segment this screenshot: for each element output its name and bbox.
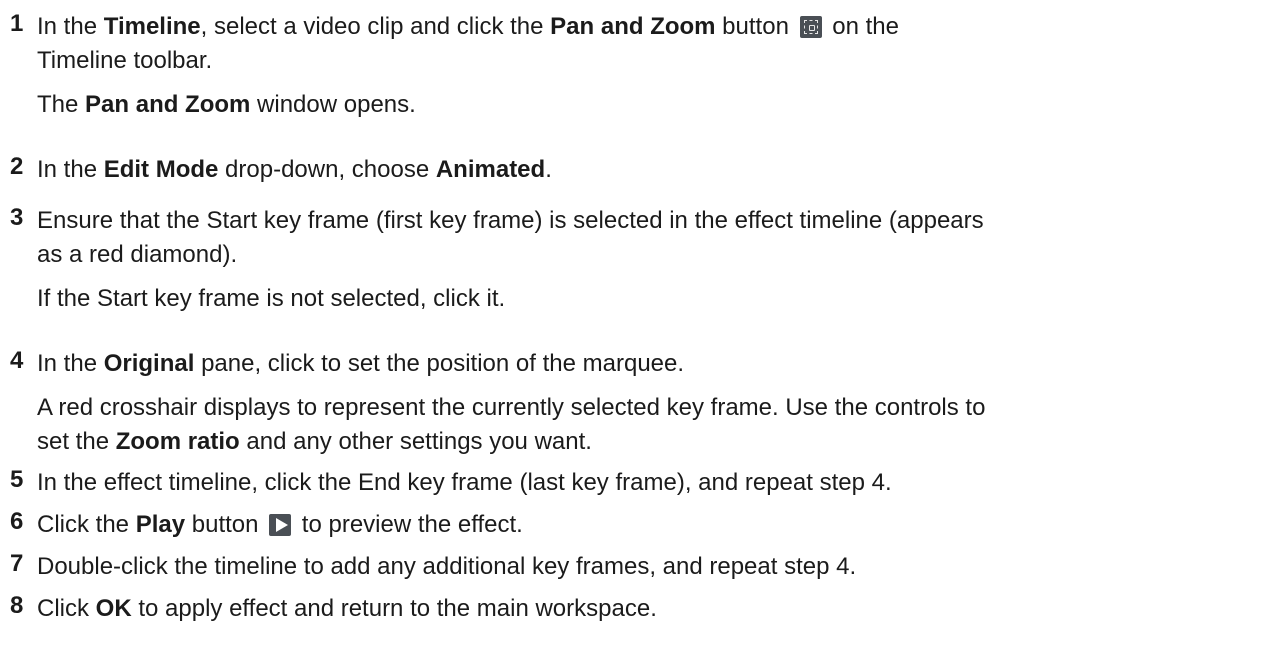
- step-number: 1: [10, 10, 24, 37]
- play-icon: [269, 514, 292, 536]
- text: pane, click to set the position of the m…: [194, 350, 685, 377]
- term-ok: OK: [95, 595, 132, 622]
- step-text: In the effect timeline, click the End ke…: [37, 466, 1250, 500]
- term-edit-mode: Edit Mode: [103, 156, 219, 183]
- text: to preview the effect.: [295, 511, 523, 538]
- text: .: [545, 156, 552, 183]
- text: In the effect timeline, click the End ke…: [37, 469, 892, 496]
- step-note: The Pan and Zoom window opens.: [37, 88, 1250, 122]
- step-note: If the Start key frame is not selected, …: [37, 282, 1250, 316]
- step-text: In the Edit Mode drop-down, choose Anima…: [37, 153, 1250, 187]
- step-text: Double-click the timeline to add any add…: [37, 550, 1250, 584]
- text: button: [185, 511, 266, 538]
- term-animated: Animated: [435, 156, 546, 183]
- text: set the: [37, 428, 116, 455]
- text: The: [37, 91, 86, 118]
- text: In the: [37, 350, 104, 377]
- term-timeline: Timeline: [103, 13, 201, 40]
- text: to apply effect and return to the main w…: [131, 595, 657, 622]
- text: on the: [825, 13, 899, 40]
- step-4: 4 In the Original pane, click to set the…: [10, 347, 1250, 459]
- step-number: 8: [10, 592, 24, 619]
- text: Double-click the timeline to add any add…: [37, 553, 857, 580]
- step-7: 7 Double-click the timeline to add any a…: [10, 550, 1250, 584]
- step-text: Click the Play button to preview the eff…: [37, 508, 1250, 542]
- text: A red crosshair displays to represent th…: [37, 394, 986, 421]
- text: as a red diamond).: [37, 241, 238, 268]
- text: window opens.: [250, 91, 416, 118]
- step-number: 2: [10, 153, 24, 180]
- step-5: 5 In the effect timeline, click the End …: [10, 466, 1250, 500]
- text: and any other settings you want.: [239, 428, 592, 455]
- text: , select a video clip and click the: [200, 13, 551, 40]
- step-number: 5: [10, 466, 24, 493]
- text: Ensure that the Start key frame (first k…: [37, 207, 984, 234]
- text: In the: [37, 13, 104, 40]
- text: Timeline toolbar.: [37, 47, 213, 74]
- step-2: 2 In the Edit Mode drop-down, choose Ani…: [10, 153, 1250, 187]
- step-number: 6: [10, 508, 24, 535]
- step-text: Ensure that the Start key frame (first k…: [37, 204, 1250, 272]
- step-text: Click OK to apply effect and return to t…: [37, 592, 1250, 626]
- text: In the: [37, 156, 104, 183]
- term-pan-and-zoom: Pan and Zoom: [85, 91, 251, 118]
- text: drop-down, choose: [218, 156, 436, 183]
- step-3: 3 Ensure that the Start key frame (first…: [10, 204, 1250, 316]
- step-6: 6 Click the Play button to preview the e…: [10, 508, 1250, 542]
- step-text: In the Original pane, click to set the p…: [37, 347, 1250, 381]
- term-pan-and-zoom: Pan and Zoom: [550, 13, 716, 40]
- step-note: A red crosshair displays to represent th…: [37, 391, 1250, 459]
- step-number: 3: [10, 204, 24, 231]
- text: Click: [37, 595, 96, 622]
- text: Click the: [37, 511, 136, 538]
- text: button: [715, 13, 796, 40]
- pan-and-zoom-icon: [799, 16, 822, 38]
- term-zoom-ratio: Zoom ratio: [115, 428, 240, 455]
- term-play: Play: [135, 511, 186, 538]
- step-number: 4: [10, 347, 24, 374]
- term-original: Original: [103, 350, 195, 377]
- text: If the Start key frame is not selected, …: [37, 285, 506, 312]
- step-8: 8 Click OK to apply effect and return to…: [10, 592, 1250, 626]
- instructions-document: 1 In the Timeline, select a video clip a…: [0, 0, 1266, 648]
- step-text: In the Timeline, select a video clip and…: [37, 10, 1250, 78]
- step-number: 7: [10, 550, 24, 577]
- step-1: 1 In the Timeline, select a video clip a…: [10, 10, 1250, 122]
